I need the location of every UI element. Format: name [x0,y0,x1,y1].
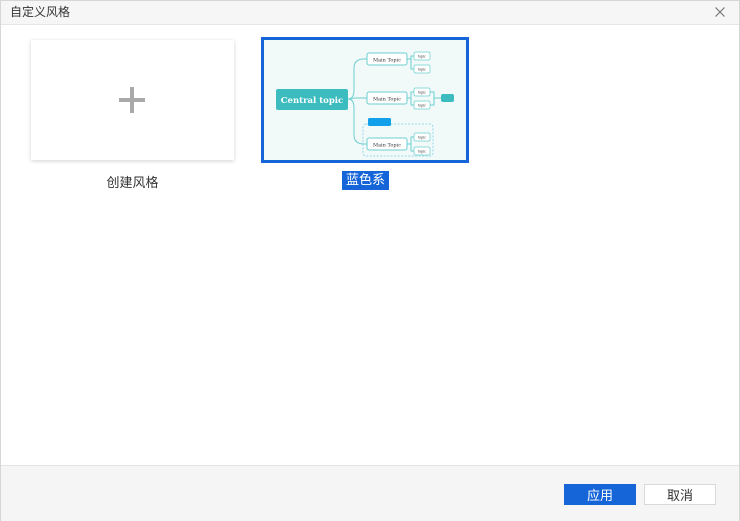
dialog-footer: 应用 取消 [1,465,739,521]
plus-icon [119,87,145,113]
subtopic-text: topic [418,91,426,95]
subtopic-text: topic [418,104,426,108]
subtopic-text: topic [418,136,426,140]
mindmap-preview: Central topic Main Topic Main Topic Main… [276,51,454,157]
main-topic-text: Main Topic [373,58,401,64]
central-topic-text: Central topic [281,96,343,106]
dialog-title: 自定义风格 [10,5,71,19]
main-topic-text: Main Topic [373,97,401,103]
dialog-titlebar: 自定义风格 [1,1,739,25]
blue-style-card[interactable]: Central topic Main Topic Main Topic Main… [261,37,469,163]
subtopic-text: topic [418,55,426,59]
boundary-label [368,118,391,126]
cancel-button[interactable]: 取消 [644,484,716,505]
summary-node [441,94,454,102]
style-gallery: 创建风格 Central topic Main Topic Main Topic… [1,25,739,465]
create-style-card[interactable] [31,40,234,160]
close-icon[interactable] [711,3,729,21]
blue-style-label[interactable]: 蓝色系 [342,171,390,190]
main-topic-text: Main Topic [373,143,401,149]
subtopic-text: topic [418,68,426,72]
apply-button[interactable]: 应用 [564,484,636,505]
create-style-label: 创建风格 [106,176,159,191]
subtopic-text: topic [418,150,426,154]
custom-style-dialog: 自定义风格 创建风格 Central topic Main Topic Main… [0,0,740,521]
